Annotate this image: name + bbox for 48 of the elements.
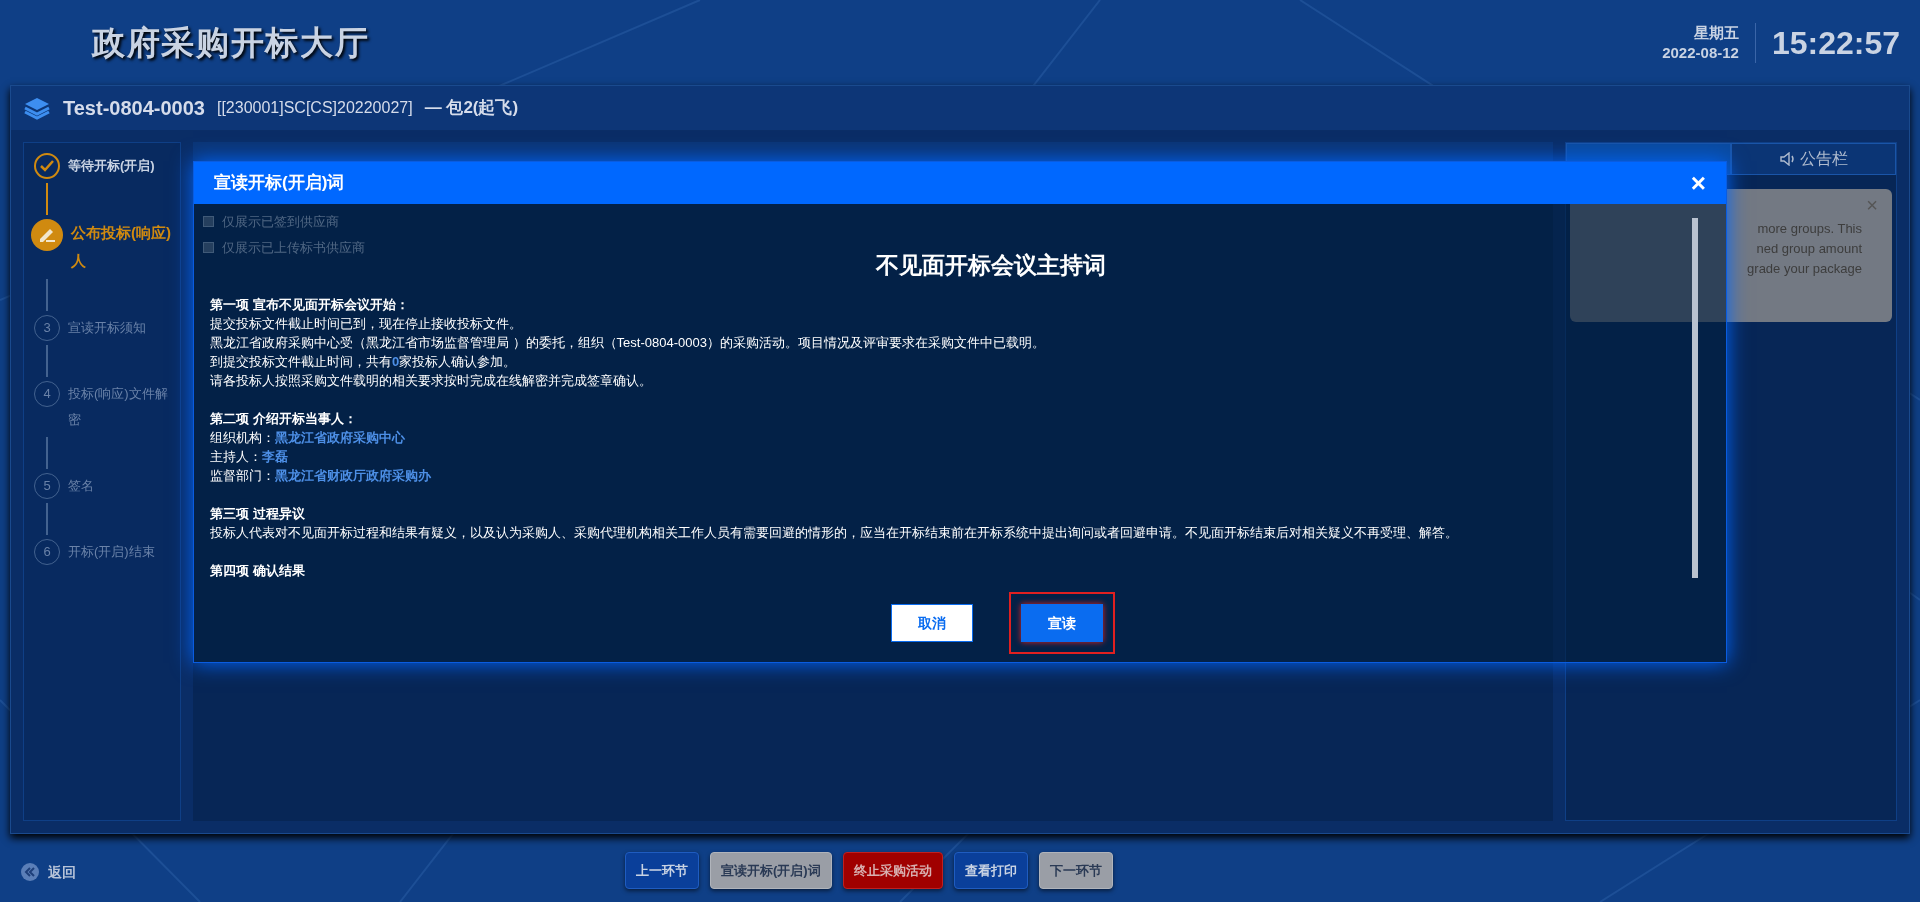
footer-button[interactable]: 上一环节 xyxy=(625,852,699,889)
panel-tab[interactable]: 公告栏 xyxy=(1731,143,1896,175)
paragraph-text: 组织机构：黑龙江省政府采购中心 xyxy=(210,428,406,447)
dialog-heading: 不见面开标会议主持词 xyxy=(876,251,1106,280)
package-name: — 包2(起飞) xyxy=(424,97,519,120)
checkbox[interactable] xyxy=(203,216,214,228)
footer-button[interactable]: 下一环节 xyxy=(1038,852,1113,889)
footer-button[interactable]: 查看打印 xyxy=(953,852,1028,889)
footer-button[interactable]: 宣读开标(开启)词 xyxy=(710,852,832,889)
toast-text: grade your package xyxy=(1747,260,1862,278)
step-label: 公布投标(响应)人 xyxy=(71,223,171,271)
filter-label: 仅展示已签到供应商 xyxy=(222,213,339,231)
weekday-label: 星期五 xyxy=(1693,22,1739,43)
paragraph-text: 主持人：李磊 xyxy=(210,447,289,466)
section-heading: 第二项 介绍开标当事人： xyxy=(210,409,358,428)
paragraph-text: 提交投标文件截止时间已到，现在停止接收投标文件。 xyxy=(210,314,523,333)
date-label: 2022-08-12 xyxy=(1662,42,1739,63)
step-label: 投标(响应)文件解密 xyxy=(68,385,168,429)
checkbox[interactable] xyxy=(203,241,214,253)
back-link[interactable]: 返回 xyxy=(48,861,76,883)
section-heading: 第一项 宣布不见面开标会议开始： xyxy=(210,295,410,314)
paragraph-text: 请各投标人按照采购文件载明的相关要求按时完成在线解密并完成签章确认。 xyxy=(210,371,653,390)
page-title: 政府采购开标大厅 xyxy=(92,22,370,63)
section-heading: 第四项 确认结果 xyxy=(210,561,306,580)
paragraph-text: 投标人代表对不见面开标过程和结果有疑义，以及认为采购人、采购代理机构相关工作人员有需要回避的情形的，应当在开标结束前在开标系统中提出询问或者回避申请。不见面开标结束后对相关疑义不再受理、解答。 xyxy=(210,523,1459,542)
step-label: 宣读开标须知 xyxy=(68,319,147,337)
filter-label: 仅展示已上传标书供应商 xyxy=(222,238,365,257)
close-icon[interactable]: × xyxy=(1690,170,1706,196)
toast-text: ned group amount xyxy=(1756,240,1862,258)
paragraph-text: 到提交投标文件截止时间，共有0家投标人确认参加。 xyxy=(210,352,518,371)
read-button[interactable]: 宣读 xyxy=(1021,604,1103,642)
cancel-button[interactable]: 取消 xyxy=(891,604,973,642)
section-heading: 第三项 过程异议 xyxy=(210,504,306,523)
footer-button[interactable]: 终止采购活动 xyxy=(842,852,943,889)
step-label: 开标(开启)结束 xyxy=(68,543,156,561)
speaker-icon xyxy=(1779,152,1796,166)
project-number: [[230001]SC[CS]20220027] xyxy=(216,98,413,118)
step-label: 签名 xyxy=(68,477,95,495)
paragraph-text: 黑龙江省政府采购中心受（黑龙江省市场监督管理局 ）的委托，组织（Test-0804-0003）的采购活动。项目情况及评审要求在采购文件中已载明。 xyxy=(210,333,1046,352)
dialog-title: 宣读开标(开启)词 xyxy=(214,172,345,195)
paragraph-text: 监督部门：黑龙江省财政厅政府采购办 xyxy=(210,466,432,485)
toast-text: more groups. This xyxy=(1757,220,1862,238)
step-label: 等待开标(开启) xyxy=(68,157,156,175)
back-icon[interactable] xyxy=(20,862,40,882)
project-code: Test-0804-0003 xyxy=(63,96,205,121)
scrollbar[interactable] xyxy=(1692,218,1698,578)
clock-time: 15:22:57 xyxy=(1771,23,1900,63)
layers-icon xyxy=(23,96,51,120)
